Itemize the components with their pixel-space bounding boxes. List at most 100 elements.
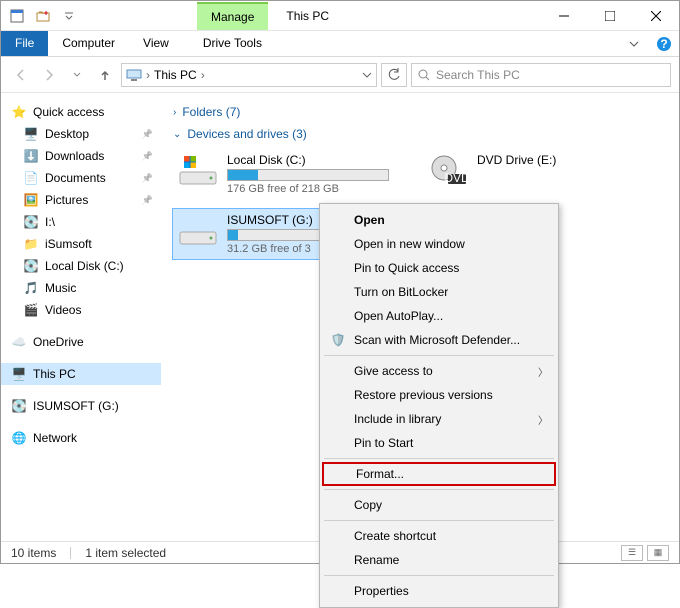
group-folders[interactable]: ›Folders (7) — [173, 105, 667, 119]
sidebar-network[interactable]: 🌐Network — [1, 427, 161, 449]
drive-local-disk-c[interactable]: Local Disk (C:) 176 GB free of 218 GB — [173, 149, 393, 199]
ctx-give-access[interactable]: Give access to〉 — [322, 359, 556, 383]
videos-icon: 🎬 — [23, 302, 39, 318]
separator — [324, 355, 554, 356]
svg-text:DVD: DVD — [444, 171, 468, 185]
ctx-defender-scan[interactable]: 🛡️Scan with Microsoft Defender... — [322, 328, 556, 352]
context-tab-group: Manage — [197, 1, 268, 30]
drive-label: DVD Drive (E:) — [477, 153, 619, 167]
onedrive-icon: ☁️ — [11, 334, 27, 350]
sidebar-isumsoft-drive[interactable]: 💽ISUMSOFT (G:) — [1, 395, 161, 417]
usb-drive-icon: 💽 — [11, 398, 27, 414]
chevron-right-icon: 〉 — [538, 412, 548, 427]
recent-locations-button[interactable] — [65, 63, 89, 87]
qat-new-folder-icon[interactable] — [31, 4, 55, 28]
ribbon-expand-icon[interactable] — [619, 31, 649, 56]
search-placeholder: Search This PC — [436, 68, 520, 82]
tab-computer[interactable]: Computer — [48, 31, 129, 56]
sidebar-item-pictures[interactable]: 🖼️Pictures — [1, 189, 161, 211]
ctx-properties[interactable]: Properties — [322, 579, 556, 603]
chevron-right-icon: › — [146, 68, 150, 82]
star-icon: ⭐ — [11, 104, 27, 120]
separator — [324, 575, 554, 576]
manage-tab-label: Manage — [197, 2, 268, 30]
help-icon[interactable]: ? — [649, 31, 679, 56]
chevron-right-icon: › — [173, 107, 176, 118]
folder-icon: 📁 — [23, 236, 39, 252]
refresh-button[interactable] — [381, 63, 407, 87]
windows-drive-icon — [177, 153, 219, 189]
status-item-count: 10 items — [11, 546, 56, 560]
context-menu: Open Open in new window Pin to Quick acc… — [319, 203, 559, 608]
pictures-icon: 🖼️ — [23, 192, 39, 208]
ctx-bitlocker[interactable]: Turn on BitLocker — [322, 280, 556, 304]
address-dropdown-icon[interactable] — [362, 70, 372, 80]
minimize-button[interactable] — [541, 1, 587, 30]
separator — [324, 489, 554, 490]
drive-label: Local Disk (C:) — [227, 153, 389, 167]
breadcrumb[interactable]: › This PC › — [121, 63, 377, 87]
ctx-include-library[interactable]: Include in library〉 — [322, 407, 556, 431]
sidebar-this-pc[interactable]: 🖥️This PC — [1, 363, 161, 385]
drive-capacity-bar — [227, 169, 389, 181]
documents-icon: 📄 — [23, 170, 39, 186]
this-pc-icon — [126, 67, 142, 83]
separator — [324, 458, 554, 459]
ribbon-tabs: File Computer View Drive Tools ? — [1, 31, 679, 57]
navigation-pane: ⭐Quick access 🖥️Desktop ⬇️Downloads 📄Doc… — [1, 93, 161, 541]
desktop-icon: 🖥️ — [23, 126, 39, 142]
forward-button[interactable] — [37, 63, 61, 87]
qat-properties-icon[interactable] — [5, 4, 29, 28]
downloads-icon: ⬇️ — [23, 148, 39, 164]
drive-icon: 💽 — [23, 214, 39, 230]
shield-icon: 🛡️ — [328, 333, 348, 347]
ctx-format[interactable]: Format... — [322, 462, 556, 486]
sidebar-item-music[interactable]: 🎵Music — [1, 277, 161, 299]
ctx-copy[interactable]: Copy — [322, 493, 556, 517]
group-drives[interactable]: ⌄Devices and drives (3) — [173, 127, 667, 141]
address-bar: › This PC › Search This PC — [1, 57, 679, 93]
sidebar-item-videos[interactable]: 🎬Videos — [1, 299, 161, 321]
separator — [324, 520, 554, 521]
sidebar-item-local-disk-c[interactable]: 💽Local Disk (C:) — [1, 255, 161, 277]
network-icon: 🌐 — [11, 430, 27, 446]
sidebar-item-isumsoft-folder[interactable]: 📁iSumsoft — [1, 233, 161, 255]
ctx-create-shortcut[interactable]: Create shortcut — [322, 524, 556, 548]
tab-file[interactable]: File — [1, 31, 48, 56]
chevron-right-icon: › — [201, 68, 205, 82]
usb-drive-icon — [177, 213, 219, 249]
dvd-drive-icon: DVD — [427, 153, 469, 189]
drive-dvd[interactable]: DVD DVD Drive (E:) — [423, 149, 623, 199]
quick-access-toolbar — [1, 1, 87, 30]
breadcrumb-this-pc[interactable]: This PC — [154, 68, 197, 82]
sidebar-item-i-drive[interactable]: 💽I:\ — [1, 211, 161, 233]
qat-customize-icon[interactable] — [57, 4, 81, 28]
svg-text:?: ? — [660, 37, 667, 51]
tab-drive-tools[interactable]: Drive Tools — [189, 31, 276, 56]
view-details-button[interactable]: ☰ — [621, 545, 643, 561]
window-title: This PC — [268, 1, 541, 30]
sidebar-item-documents[interactable]: 📄Documents — [1, 167, 161, 189]
tab-view[interactable]: View — [129, 31, 183, 56]
ctx-open-new-window[interactable]: Open in new window — [322, 232, 556, 256]
up-button[interactable] — [93, 63, 117, 87]
drive-free-text: 176 GB free of 218 GB — [227, 183, 389, 195]
ctx-pin-start[interactable]: Pin to Start — [322, 431, 556, 455]
ctx-autoplay[interactable]: Open AutoPlay... — [322, 304, 556, 328]
view-tiles-button[interactable]: ▦ — [647, 545, 669, 561]
chevron-down-icon: ⌄ — [173, 129, 181, 140]
ctx-rename[interactable]: Rename — [322, 548, 556, 572]
titlebar: Manage This PC — [1, 1, 679, 31]
sidebar-onedrive[interactable]: ☁️OneDrive — [1, 331, 161, 353]
ctx-restore-versions[interactable]: Restore previous versions — [322, 383, 556, 407]
ctx-open[interactable]: Open — [322, 208, 556, 232]
sidebar-item-downloads[interactable]: ⬇️Downloads — [1, 145, 161, 167]
sidebar-item-desktop[interactable]: 🖥️Desktop — [1, 123, 161, 145]
back-button[interactable] — [9, 63, 33, 87]
maximize-button[interactable] — [587, 1, 633, 30]
sidebar-quick-access[interactable]: ⭐Quick access — [1, 101, 161, 123]
search-box[interactable]: Search This PC — [411, 63, 671, 87]
ctx-pin-quick-access[interactable]: Pin to Quick access — [322, 256, 556, 280]
this-pc-icon: 🖥️ — [11, 366, 27, 382]
close-button[interactable] — [633, 1, 679, 30]
